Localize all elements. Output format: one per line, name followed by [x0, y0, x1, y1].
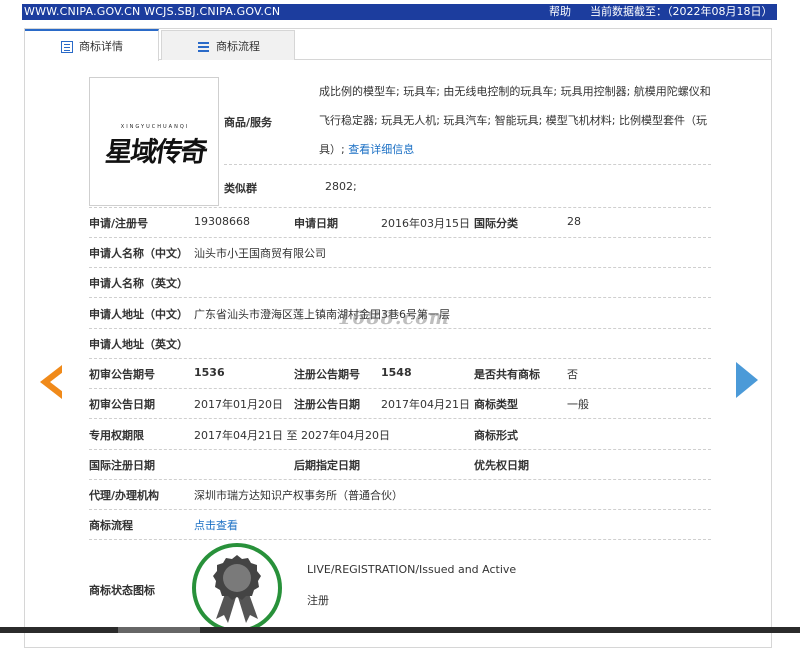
- address-cn-label: 申请人地址（中文）: [89, 308, 188, 321]
- tab-bar: 商标详情 商标流程: [25, 29, 771, 61]
- view-details-link[interactable]: 查看详细信息: [348, 143, 414, 156]
- goods-services-text: 成比例的模型车; 玩具车; 由无线电控制的玩具车; 玩具用控制器; 航模用陀螺仪…: [319, 77, 711, 164]
- applicant-cn-value: 汕头市小王国商贸有限公司: [194, 247, 326, 260]
- registered-status-badge: [192, 543, 282, 633]
- list-icon: [198, 41, 210, 53]
- divider: [89, 509, 711, 510]
- apply-date-label: 申请日期: [294, 217, 338, 230]
- logo-wordmark: 星域传奇: [103, 137, 208, 168]
- reg-issue-value: 1548: [381, 366, 412, 379]
- divider: [89, 267, 711, 268]
- applicant-en-label: 申请人名称（英文）: [89, 277, 188, 290]
- tab-label: 商标详情: [79, 40, 123, 53]
- previous-arrow-icon[interactable]: [40, 365, 63, 399]
- prelim-date-label: 初审公告日期: [89, 398, 155, 411]
- process-view-link[interactable]: 点击查看: [194, 517, 238, 533]
- top-bar: WWW.CNIPA.GOV.CN WCJS.SBJ.CNIPA.GOV.CN 帮…: [0, 0, 800, 22]
- priority-date-label: 优先权日期: [474, 459, 529, 472]
- tab-trademark-detail[interactable]: 商标详情: [25, 29, 159, 61]
- agent-value: 深圳市瑞方达知识产权事务所（普通合伙）: [194, 489, 403, 502]
- reg-date-label: 注册公告日期: [294, 398, 360, 411]
- similar-group-value: 2802;: [325, 180, 357, 193]
- trademark-image: XINGYUCHUANQI 星域传奇: [89, 77, 219, 206]
- header-strip: WWW.CNIPA.GOV.CN WCJS.SBJ.CNIPA.GOV.CN 帮…: [22, 4, 777, 20]
- site-url: WWW.CNIPA.GOV.CN WCJS.SBJ.CNIPA.GOV.CN: [24, 5, 281, 18]
- prelim-date-value: 2017年01月20日: [194, 398, 283, 411]
- shared-mark-label: 是否共有商标: [474, 368, 540, 381]
- process-label: 商标流程: [89, 519, 133, 532]
- next-arrow-icon[interactable]: [723, 362, 758, 398]
- shared-mark-value: 否: [567, 368, 578, 381]
- divider: [224, 164, 711, 165]
- exclusive-period-label: 专用权期限: [89, 429, 144, 442]
- similar-group-label: 类似群: [224, 182, 257, 195]
- mark-form-label: 商标形式: [474, 429, 518, 442]
- reg-no-value: 19308668: [194, 215, 250, 228]
- apply-date-value: 2016年03月15日: [381, 217, 470, 230]
- mark-type-label: 商标类型: [474, 398, 518, 411]
- divider: [89, 358, 711, 359]
- help-link[interactable]: 帮助: [549, 4, 571, 20]
- watermark-text: 1688.com: [338, 307, 450, 329]
- prelim-issue-label: 初审公告期号: [89, 368, 155, 381]
- divider: [89, 207, 711, 208]
- data-date: 当前数据截至：（2022年08月18日）: [590, 5, 773, 18]
- divider: [89, 418, 711, 419]
- status-english: LIVE/REGISTRATION/Issued and Active: [307, 563, 517, 576]
- taskbar-strip: [0, 627, 800, 633]
- divider: [89, 237, 711, 238]
- applicant-cn-label: 申请人名称（中文）: [89, 247, 188, 260]
- divider: [89, 297, 711, 298]
- intl-class-label: 国际分类: [474, 217, 518, 230]
- tab-trademark-process[interactable]: 商标流程: [161, 30, 295, 60]
- exclusive-period-value: 2017年04月21日 至 2027年04月20日: [194, 429, 390, 442]
- intl-class-value: 28: [567, 215, 581, 228]
- divider: [89, 449, 711, 450]
- divider: [89, 388, 711, 389]
- goods-label: 商品/服务: [224, 116, 273, 129]
- detail-panel: 商标详情 商标流程 XINGYUCHUANQI 星域传奇 商品/服务 成比例的模…: [24, 28, 772, 648]
- reg-date-value: 2017年04月21日: [381, 398, 470, 411]
- agent-label: 代理/办理机构: [89, 489, 160, 502]
- prelim-issue-value: 1536: [194, 366, 225, 379]
- award-ribbon-icon: [213, 555, 261, 623]
- status-icon-label: 商标状态图标: [89, 584, 155, 597]
- divider: [89, 479, 711, 480]
- status-chinese: 注册: [307, 594, 329, 607]
- reg-no-label: 申请/注册号: [89, 217, 149, 230]
- intl-reg-date-label: 国际注册日期: [89, 459, 155, 472]
- reg-issue-label: 注册公告期号: [294, 368, 360, 381]
- document-icon: [61, 41, 73, 53]
- mark-type-value: 一般: [567, 398, 589, 411]
- address-en-label: 申请人地址（英文）: [89, 338, 188, 351]
- divider: [89, 539, 711, 540]
- tab-label: 商标流程: [216, 40, 260, 53]
- later-date-label: 后期指定日期: [294, 459, 360, 472]
